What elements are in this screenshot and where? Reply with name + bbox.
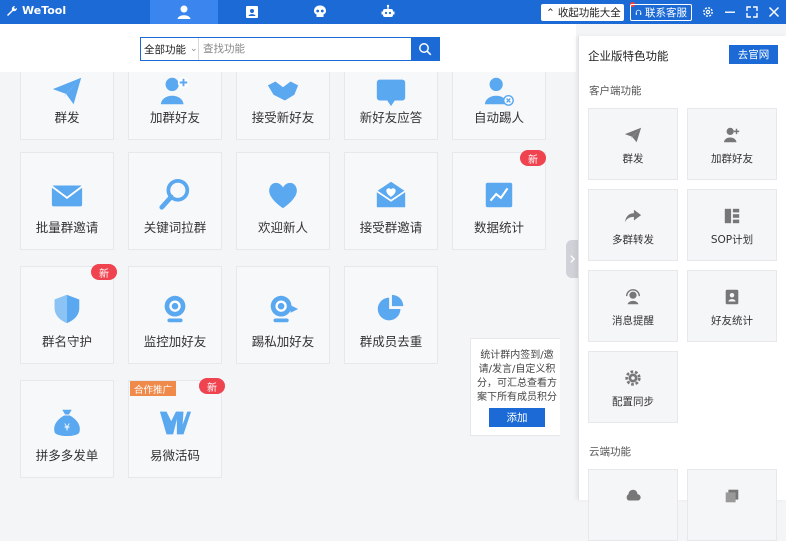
client-features-title: 客户端功能	[589, 85, 642, 97]
add-user-icon	[722, 125, 742, 145]
panel-header: 企业版特色功能 去官网	[579, 36, 786, 74]
forward-icon	[623, 206, 643, 226]
panel-title: 企业版特色功能	[588, 49, 669, 63]
search-bar: 全部功能 ⌄	[0, 24, 576, 72]
tab-features[interactable]	[150, 0, 218, 24]
copy-icon	[722, 486, 742, 506]
feature-card-keyword-invite[interactable]: 关键词拉群	[128, 152, 222, 250]
feature-card-mass-send[interactable]: 群发	[20, 72, 114, 140]
feature-card-accept-friends[interactable]: 接受新好友	[236, 72, 330, 140]
feature-card-add-group-friends[interactable]: 加群好友	[128, 72, 222, 140]
minimize-button[interactable]	[722, 3, 738, 20]
maximize-button[interactable]	[744, 3, 760, 20]
tab-robot[interactable]	[354, 0, 422, 24]
panel-collapse-handle[interactable]	[566, 240, 578, 278]
feature-card-pinduoduo[interactable]: ¥ 拼多多发单	[20, 380, 114, 478]
minimize-icon	[725, 11, 735, 13]
tip-text: 统计群内签到/邀请/发言/自定义积分，可汇总查看方案下所有成员积分	[477, 350, 557, 403]
enterprise-card-multi-forward[interactable]: 多群转发	[588, 189, 678, 261]
headset-icon	[635, 9, 642, 15]
feature-card-auto-kick[interactable]: 自动踢人	[452, 72, 546, 140]
plan-icon	[722, 206, 742, 226]
gear-icon	[623, 368, 643, 388]
add-user-icon	[157, 73, 193, 109]
feature-card-welcome[interactable]: 欢迎新人	[236, 152, 330, 250]
maximize-icon	[746, 5, 758, 18]
close-button[interactable]	[766, 3, 782, 20]
feature-card-new-friend-reply[interactable]: 新好友应答	[344, 72, 438, 140]
app-title: WeTool	[22, 4, 67, 17]
search-box: 全部功能 ⌄	[140, 37, 440, 61]
xv-logo-icon	[157, 405, 193, 441]
chevron-down-icon: ⌄	[190, 44, 198, 54]
official-site-button[interactable]: 去官网	[729, 45, 778, 64]
new-badge: 新	[91, 264, 117, 280]
new-badge: 新	[199, 378, 225, 394]
enterprise-card-sop-plan[interactable]: SOP计划	[687, 189, 777, 261]
top-tabs	[150, 0, 422, 24]
gear-icon	[703, 6, 713, 17]
feature-card-member-dedup[interactable]: 群成员去重	[344, 266, 438, 364]
collapse-features-button[interactable]: ⌃ 收起功能大全	[541, 4, 624, 21]
enterprise-panel: 企业版特色功能 去官网 客户端功能 群发 加群好友 多群转发 SOP计划 消息提…	[578, 36, 786, 541]
search-button[interactable]	[411, 38, 439, 60]
tab-contacts[interactable]	[218, 0, 286, 24]
svg-text:¥: ¥	[64, 423, 70, 434]
magnifier-icon	[157, 177, 193, 213]
contact-book-icon	[722, 287, 742, 307]
chevron-right-icon	[569, 255, 575, 263]
enterprise-card-friend-stats[interactable]: 好友统计	[687, 270, 777, 342]
chart-icon	[481, 177, 517, 213]
category-select[interactable]: 全部功能 ⌄	[141, 38, 199, 60]
webcam-kick-icon	[265, 291, 301, 327]
enterprise-card-add-group-friends[interactable]: 加群好友	[687, 108, 777, 180]
wrench-icon	[7, 5, 18, 16]
heart-envelope-icon	[373, 177, 409, 213]
id-card-icon	[246, 6, 258, 18]
headset-icon	[623, 287, 643, 307]
cloud-features-title: 云端功能	[589, 446, 631, 458]
search-input[interactable]	[199, 38, 411, 60]
enterprise-card-mass-send[interactable]: 群发	[588, 108, 678, 180]
enterprise-card-cloud-1[interactable]	[588, 469, 678, 541]
robot-icon	[381, 4, 395, 17]
handshake-icon	[265, 73, 301, 109]
feature-card-accept-invite[interactable]: 接受群邀请	[344, 152, 438, 250]
enterprise-card-config-sync[interactable]: 配置同步	[588, 351, 678, 423]
skull-icon	[314, 5, 326, 17]
paper-plane-icon	[49, 73, 85, 109]
feature-card-monitor-add-friend[interactable]: 监控加好友	[128, 266, 222, 364]
feature-card-group-name-guard[interactable]: 群名守护	[20, 266, 114, 364]
enterprise-card-message-reminder[interactable]: 消息提醒	[588, 270, 678, 342]
money-bag-icon: ¥	[49, 405, 85, 441]
cloud-icon	[623, 486, 643, 506]
paper-plane-icon	[623, 125, 643, 145]
add-button[interactable]: 添加	[489, 408, 545, 427]
app-logo: WeTool	[6, 4, 66, 17]
feature-card-kick-private-add[interactable]: 踢私加好友	[236, 266, 330, 364]
search-icon	[419, 43, 432, 56]
remove-user-icon	[481, 73, 517, 109]
tab-skull[interactable]	[286, 0, 354, 24]
chat-bubble-icon	[373, 73, 409, 109]
coop-promo-tag: 合作推广	[130, 381, 177, 396]
title-bar: WeTool ⌃ 收起功能大全 联系客服	[0, 0, 786, 24]
envelope-icon	[49, 177, 85, 213]
settings-button[interactable]	[700, 3, 716, 20]
pie-icon	[373, 291, 409, 327]
shield-icon	[49, 291, 85, 327]
chevron-up-icon: ⌃	[546, 6, 555, 19]
user-icon	[177, 5, 191, 19]
feature-card-batch-invite[interactable]: 批量群邀请	[20, 152, 114, 250]
close-icon	[768, 6, 780, 17]
enterprise-card-cloud-2[interactable]	[687, 469, 777, 541]
contact-service-button[interactable]: 联系客服	[630, 4, 692, 21]
heart-icon	[265, 177, 301, 213]
feature-card-data-stats[interactable]: 数据统计	[452, 152, 546, 250]
tip-card: 统计群内签到/邀请/发言/自定义积分，可汇总查看方案下所有成员积分 添加	[470, 338, 560, 436]
feature-grid: 群发 加群好友 接受新好友 新好友应答 自动踢人 批量群邀请 关键词拉群 欢迎新…	[20, 72, 560, 500]
new-badge: 新	[520, 150, 546, 166]
window-controls	[700, 3, 782, 20]
webcam-icon	[157, 291, 193, 327]
